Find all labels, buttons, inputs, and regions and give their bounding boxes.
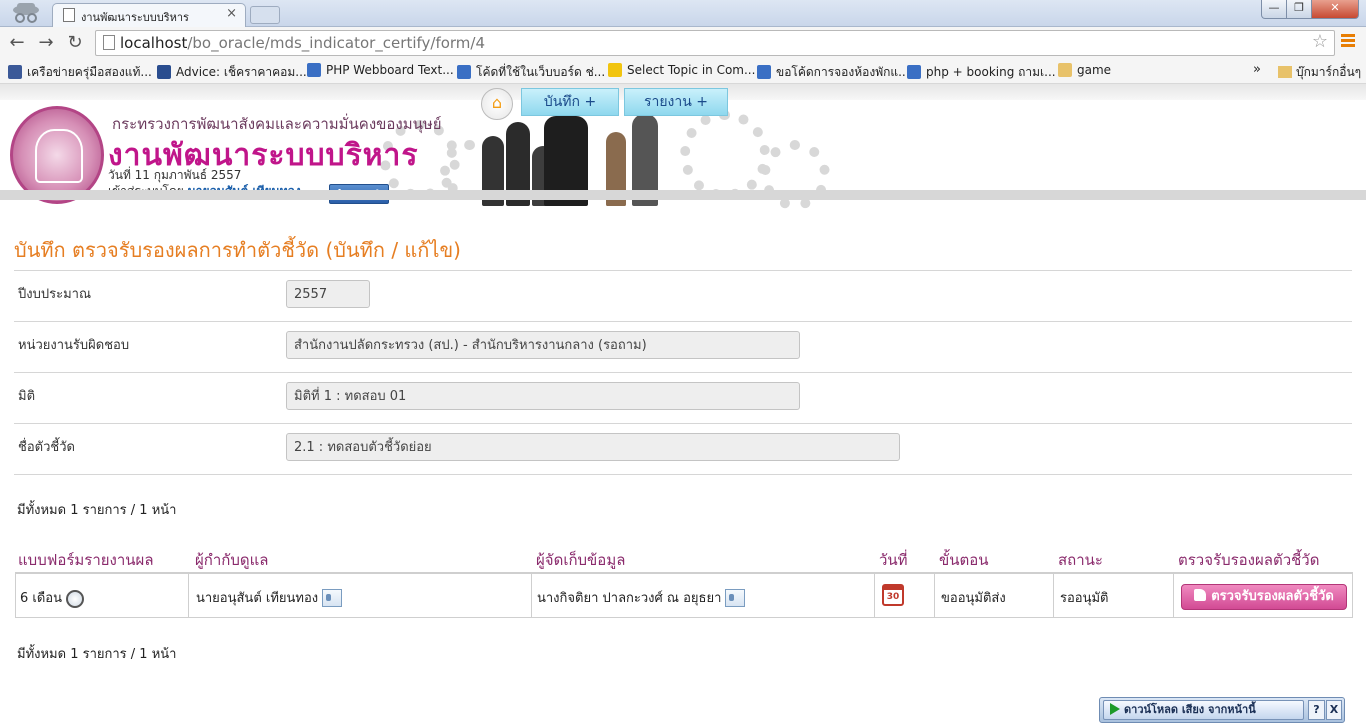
supervisor-cell: นายอนุสันต์ เทียนทอง bbox=[196, 587, 343, 608]
folder-icon bbox=[1278, 66, 1292, 78]
page-content: กระทรวงการพัฒนาสังคมและความมั่นคงของมนุษ… bbox=[0, 84, 1366, 728]
home-icon[interactable]: ⌂ bbox=[481, 88, 513, 120]
column-header: แบบฟอร์มรายงานผล bbox=[18, 551, 154, 569]
field-label: ชื่อตัวชี้วัด bbox=[18, 440, 75, 455]
column-header: สถานะ bbox=[1058, 551, 1103, 569]
field-label: หน่วยงานรับผิดชอบ bbox=[18, 338, 130, 353]
bookmark-star-icon[interactable]: ☆ bbox=[1312, 31, 1328, 52]
indicator-name-field[interactable]: 2.1 : ทดสอบตัวชี้วัดย่อย bbox=[286, 433, 900, 461]
site-icon bbox=[907, 65, 921, 79]
field-label: มิติ bbox=[18, 389, 36, 404]
header-divider bbox=[0, 190, 1366, 200]
window-close-button[interactable]: ✕ bbox=[1311, 0, 1359, 19]
bookmark-item[interactable]: PHP Webboard Text... bbox=[307, 63, 454, 77]
other-bookmarks-folder[interactable]: บุ๊กมาร์กอื่นๆ bbox=[1278, 63, 1361, 82]
address-bar[interactable]: localhost/bo_oracle/mds_indicator_certif… bbox=[95, 30, 1335, 56]
field-label: ปีงบประมาณ bbox=[18, 287, 91, 302]
fiscal-year-field[interactable]: 2557 bbox=[286, 280, 370, 308]
column-header: ผู้กำกับดูแล bbox=[195, 551, 269, 569]
window-minimize-button[interactable]: — bbox=[1261, 0, 1287, 19]
table-row: 6 เดือน นายอนุสันต์ เทียนทอง นางกิจติยา … bbox=[15, 574, 1353, 618]
site-icon bbox=[757, 65, 771, 79]
table-header: แบบฟอร์มรายงานผล ผู้กำกับดูแล ผู้จัดเก็บ… bbox=[15, 546, 1353, 574]
incognito-icon bbox=[13, 3, 39, 23]
page-icon bbox=[103, 35, 115, 50]
close-icon[interactable]: X bbox=[1326, 700, 1342, 720]
form-row-fiscal-year: ปีงบประมาณ 2557 bbox=[14, 270, 1352, 321]
tab-close-icon[interactable]: × bbox=[226, 6, 237, 21]
download-audio-bar: ดาวน์โหลด เสียง จากหน้านี้ ? X bbox=[1099, 697, 1345, 723]
url-host: localhost bbox=[120, 34, 188, 52]
site-icon bbox=[307, 63, 321, 77]
indicator-form: ปีงบประมาณ 2557 หน่วยงานรับผิดชอบ สำนักง… bbox=[14, 270, 1352, 475]
bookmarks-more-button[interactable]: » bbox=[1253, 62, 1261, 77]
column-header: วันที่ bbox=[879, 551, 908, 569]
new-tab-button[interactable] bbox=[250, 6, 280, 24]
report-table: แบบฟอร์มรายงานผล ผู้กำกับดูแล ผู้จัดเก็บ… bbox=[15, 546, 1353, 618]
contact-card-icon[interactable] bbox=[322, 589, 343, 607]
facebook-icon bbox=[8, 65, 22, 79]
window-maximize-button[interactable]: ❐ bbox=[1286, 0, 1312, 19]
bookmarks-bar: เครือข่ายครุ่มือสองแท้... Advice: เช็ครา… bbox=[0, 59, 1366, 84]
report-form-cell: 6 เดือน bbox=[20, 587, 84, 608]
collector-cell: นางกิจติยา ปาลกะวงศ์ ณ อยุธยา bbox=[537, 587, 746, 608]
magnifier-icon[interactable] bbox=[65, 590, 84, 608]
menu-tab-report[interactable]: รายงาน + bbox=[624, 88, 728, 116]
status-cell: รออนุมัติ bbox=[1060, 591, 1109, 606]
bookmark-folder-game[interactable]: game bbox=[1058, 63, 1111, 77]
url-path: /bo_oracle/mds_indicator_certify/form/4 bbox=[187, 34, 486, 52]
site-icon bbox=[157, 65, 171, 79]
department-field[interactable]: สำนักงานปลัดกระทรวง (สป.) - สำนักบริหารง… bbox=[286, 331, 800, 359]
browser-menu-icon[interactable] bbox=[1341, 34, 1355, 37]
forward-button[interactable]: → bbox=[35, 32, 57, 54]
bookmark-item[interactable]: ขอโค้ดการจองห้องพักแ... bbox=[757, 63, 910, 82]
back-button[interactable]: ← bbox=[6, 32, 28, 54]
contact-card-icon[interactable] bbox=[725, 589, 746, 607]
form-row-dimension: มิติ มิติที่ 1 : ทดสอบ 01 bbox=[14, 372, 1352, 423]
record-count-top: มีทั้งหมด 1 รายการ / 1 หน้า bbox=[17, 503, 177, 518]
page-icon bbox=[63, 8, 75, 22]
step-cell: ขออนุมัติส่ง bbox=[941, 591, 1006, 606]
dimension-field[interactable]: มิติที่ 1 : ทดสอบ 01 bbox=[286, 382, 800, 410]
browser-toolbar: ← → ↻ localhost/bo_oracle/mds_indicator_… bbox=[0, 27, 1366, 59]
tab-title: งานพัฒนาระบบบริหาร bbox=[81, 11, 189, 24]
page-title: บันทึก ตรวจรับรองผลการทำตัวชี้วัด (บันทึ… bbox=[14, 238, 461, 262]
menu-tab-record[interactable]: บันทึก + bbox=[521, 88, 619, 116]
bookmark-item[interactable]: Advice: เช็คราคาคอม... bbox=[157, 63, 307, 82]
record-count-bottom: มีทั้งหมด 1 รายการ / 1 หน้า bbox=[17, 647, 177, 662]
calendar-icon[interactable]: 30 bbox=[882, 584, 904, 606]
bookmark-item[interactable]: php + booking ถามเ... bbox=[907, 63, 1056, 82]
certify-indicator-button[interactable]: ตรวจรับรองผลตัวชี้วัด bbox=[1181, 584, 1347, 610]
browser-tab-active[interactable]: งานพัฒนาระบบบริหาร × bbox=[52, 3, 246, 27]
bookmark-item[interactable]: Select Topic in Com... bbox=[608, 63, 755, 77]
play-icon bbox=[1110, 703, 1120, 715]
bookmark-item[interactable]: โค้ดที่ใช้ในเว็บบอร์ด ช่... bbox=[457, 63, 605, 82]
help-icon[interactable]: ? bbox=[1308, 700, 1325, 720]
download-audio-button[interactable]: ดาวน์โหลด เสียง จากหน้านี้ bbox=[1103, 700, 1304, 720]
column-header: ตรวจรับรองผลตัวชี้วัด bbox=[1178, 551, 1320, 569]
column-header: ขั้นตอน bbox=[939, 551, 989, 569]
form-row-department: หน่วยงานรับผิดชอบ สำนักงานปลัดกระทรวง (ส… bbox=[14, 321, 1352, 372]
folder-icon bbox=[1058, 63, 1072, 77]
thumbs-up-icon bbox=[1194, 589, 1207, 601]
column-header: ผู้จัดเก็บข้อมูล bbox=[536, 551, 626, 569]
browser-tab-bar: งานพัฒนาระบบบริหาร × — ❐ ✕ bbox=[0, 0, 1366, 27]
site-icon bbox=[608, 63, 622, 77]
form-row-indicator: ชื่อตัวชี้วัด 2.1 : ทดสอบตัวชี้วัดย่อย bbox=[14, 423, 1352, 475]
reload-button[interactable]: ↻ bbox=[64, 32, 86, 54]
site-icon bbox=[457, 65, 471, 79]
bookmark-item[interactable]: เครือข่ายครุ่มือสองแท้... bbox=[8, 63, 152, 82]
